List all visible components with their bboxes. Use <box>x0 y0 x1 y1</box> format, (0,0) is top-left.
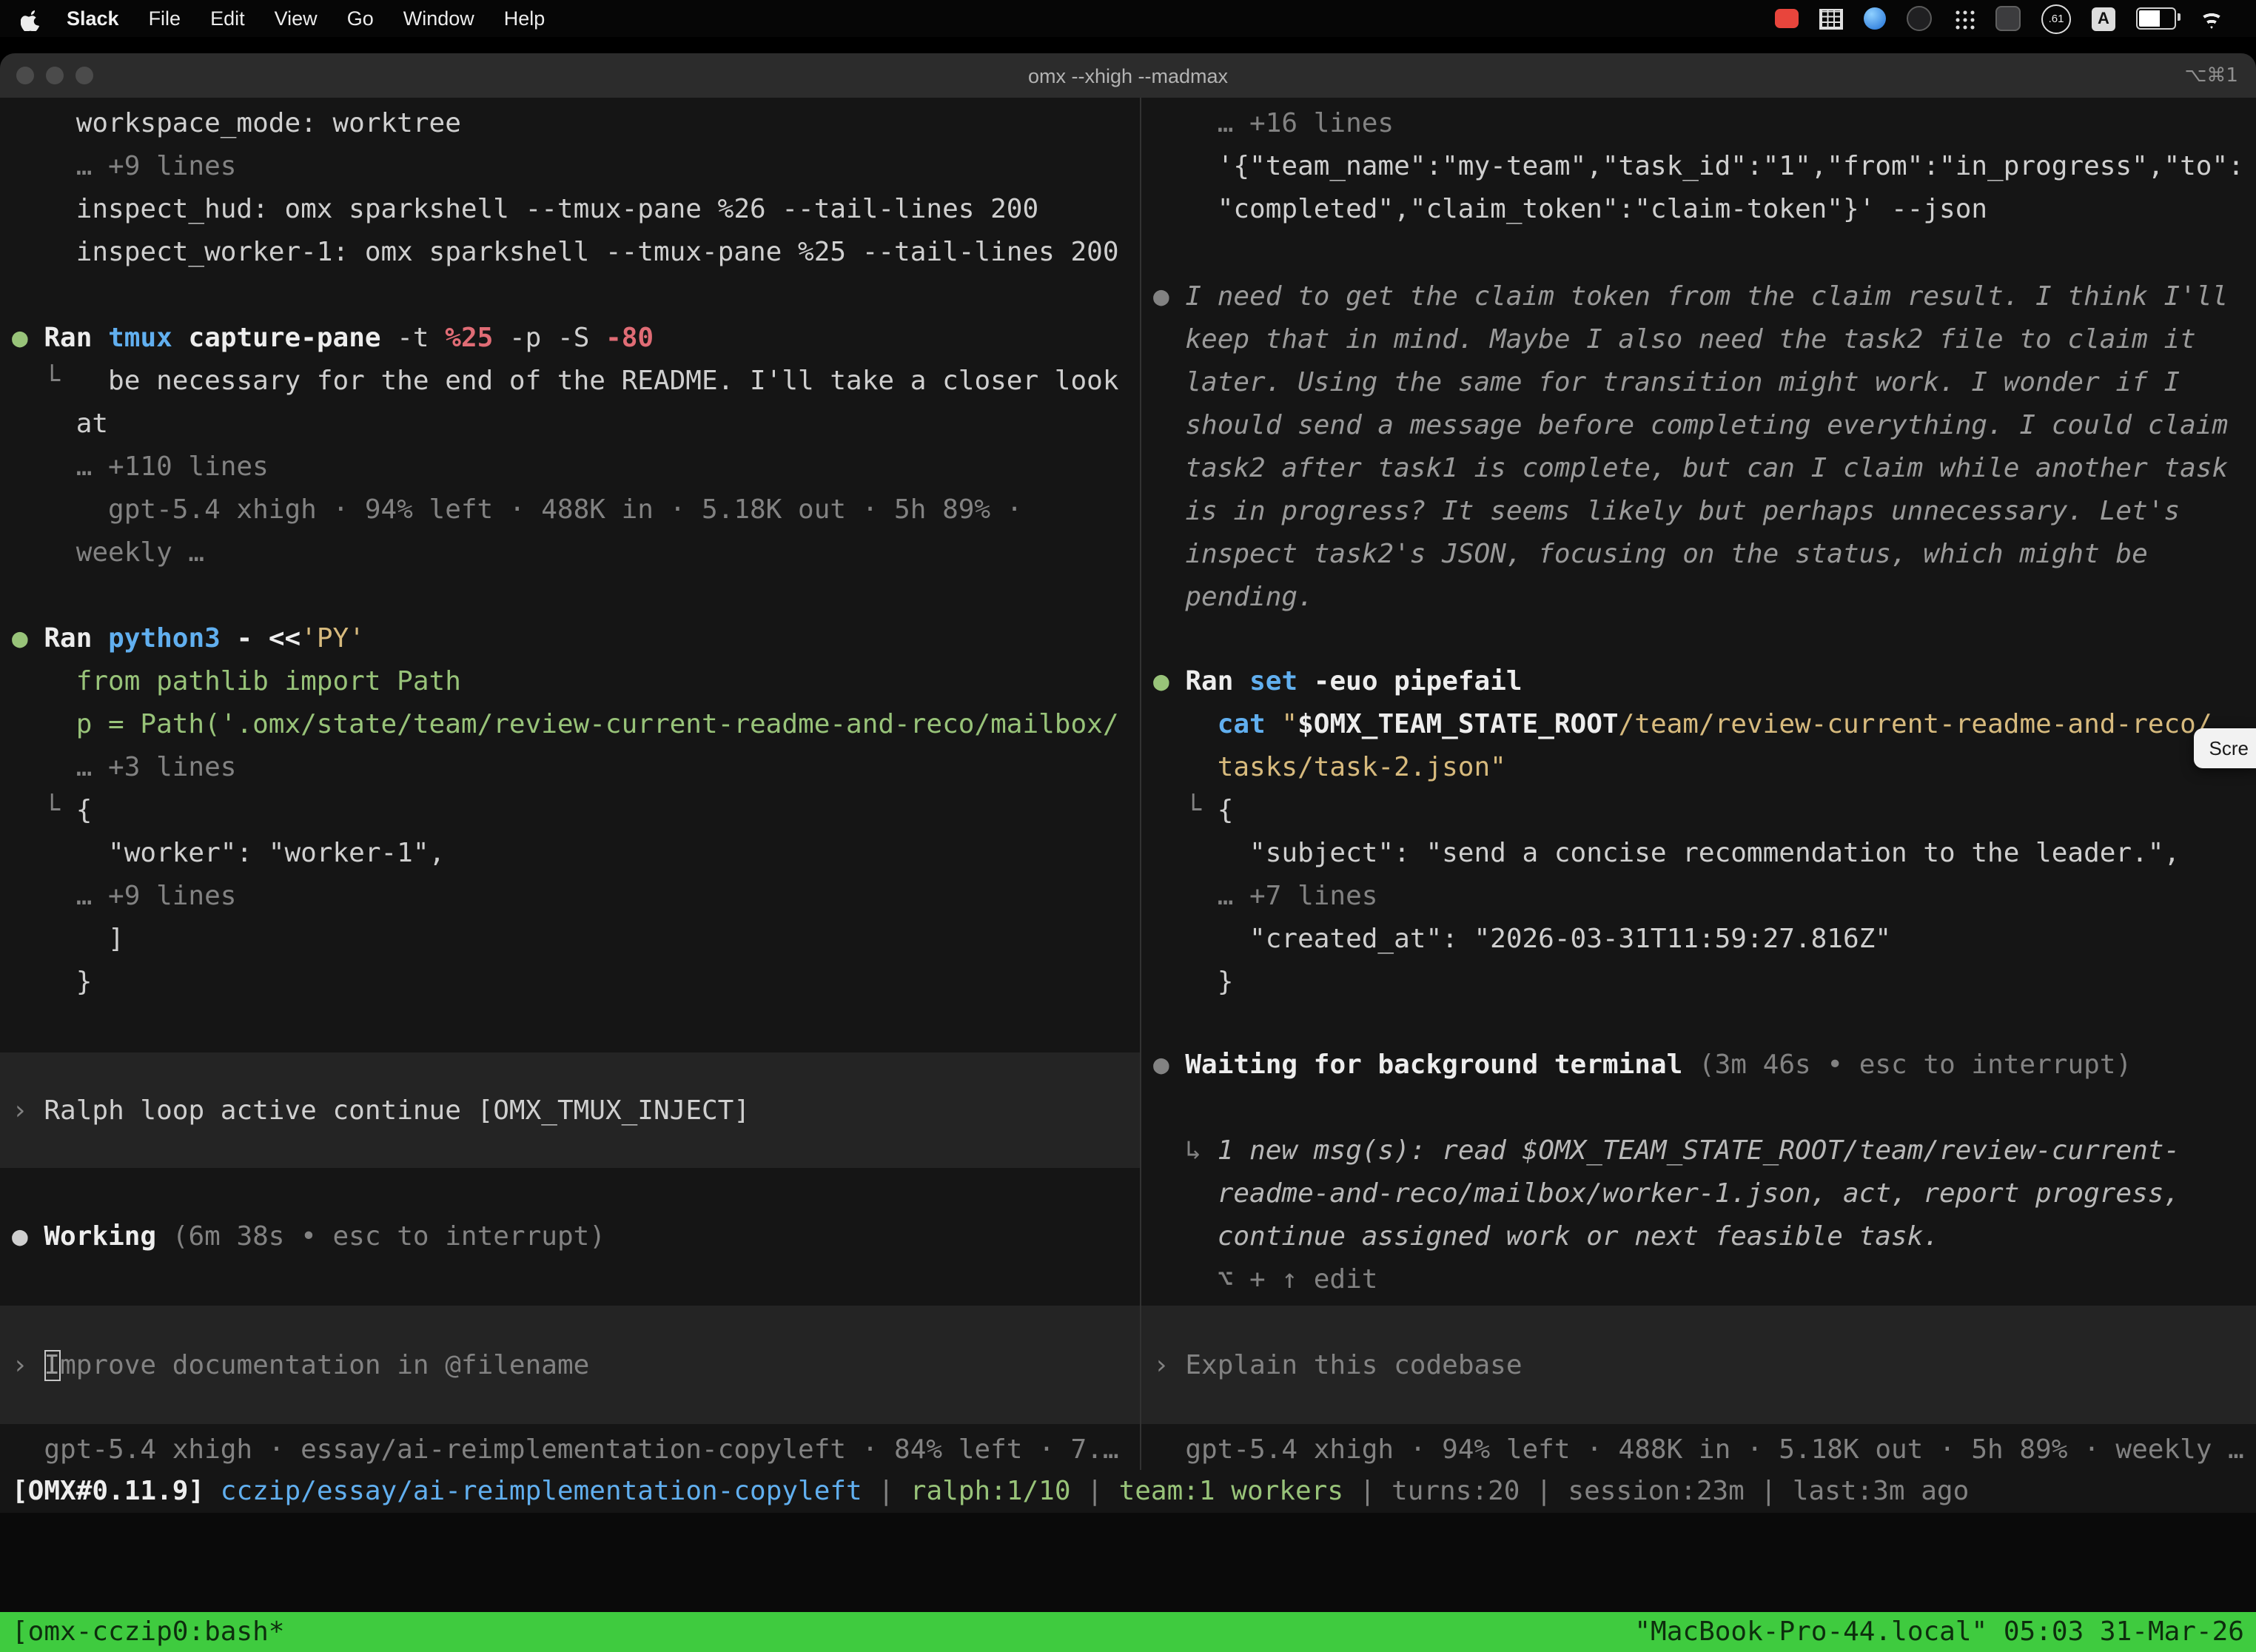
terminal-line: readme-and-reco/mailbox/worker-1.json, a… <box>1141 1172 2256 1215</box>
terminal-line: ] <box>0 918 1140 961</box>
window-titlebar[interactable]: omx --xhigh --madmax ⌥⌘1 <box>0 53 2256 98</box>
dots-grid-app-icon[interactable] <box>1953 7 1975 30</box>
terminal-line: ● Ran set -euo pipefail <box>1141 660 2256 703</box>
spacer <box>1141 231 2256 275</box>
terminal-line: inspect_hud: omx sparkshell --tmux-pane … <box>0 188 1140 231</box>
spacer <box>0 574 1140 617</box>
window-title: omx --xhigh --madmax <box>0 64 2256 87</box>
terminal-line: weekly … <box>0 531 1140 574</box>
terminal-line: ● Working (6m 38s • esc to interrupt) <box>0 1215 1140 1258</box>
terminal-line: … +16 lines <box>1141 102 2256 145</box>
apple-menu-icon[interactable] <box>21 7 40 30</box>
spacer <box>0 1258 1140 1306</box>
terminal-line: } <box>1141 961 2256 1004</box>
terminal-line: from pathlib import Path <box>0 660 1140 703</box>
battery-percent-circle-icon[interactable]: .61 <box>2041 4 2071 33</box>
spacer <box>0 1004 1140 1052</box>
spacer <box>0 1168 1140 1215</box>
terminal-line: '{"team_name":"my-team","task_id":"1","f… <box>1141 145 2256 188</box>
blue-app-icon[interactable] <box>1864 7 1886 30</box>
terminal-line: └ { <box>1141 789 2256 832</box>
terminal-line: … +110 lines <box>0 446 1140 488</box>
screen: Slack File Edit View Go Window Help .61 A omx … <box>0 0 2256 1652</box>
zoom-button[interactable] <box>75 67 93 84</box>
grid-app-icon[interactable] <box>1819 8 1843 29</box>
spacer <box>0 274 1140 317</box>
terminal-line: } <box>0 961 1140 1004</box>
terminal-line: at <box>0 403 1140 446</box>
terminal-line: └ be necessary for the end of the README… <box>0 360 1140 403</box>
terminal-line: gpt-5.4 xhigh · essay/ai-reimplementatio… <box>0 1428 1140 1470</box>
terminal-line: ● Ran tmux capture-pane -t %25 -p -S -80 <box>0 317 1140 360</box>
terminal-line: └ { <box>0 789 1140 832</box>
macos-menubar: Slack File Edit View Go Window Help .61 A <box>0 0 2256 37</box>
terminal-window: omx --xhigh --madmax ⌥⌘1 workspace_mode:… <box>0 53 2256 1652</box>
terminal-line: cat "$OMX_TEAM_STATE_ROOT/team/review-cu… <box>1141 703 2256 746</box>
terminal-line: gpt-5.4 xhigh · 94% left · 488K in · 5.1… <box>1141 1428 2256 1470</box>
terminal-input-box[interactable]: › Explain this codebase <box>1141 1306 2256 1424</box>
terminal-line: gpt-5.4 xhigh · 94% left · 488K in · 5.1… <box>0 488 1140 531</box>
wifi-icon[interactable] <box>2197 8 2226 29</box>
menu-view[interactable]: View <box>275 7 318 30</box>
terminal-line: … +3 lines <box>0 746 1140 789</box>
spacer <box>1141 619 2256 660</box>
terminal-line: … +7 lines <box>1141 875 2256 918</box>
terminal-pane-right[interactable]: … +16 lines '{"team_name":"my-team","tas… <box>1141 98 2256 1470</box>
terminal-empty-area <box>0 1513 2256 1612</box>
terminal-line: "subject": "send a concise recommendatio… <box>1141 832 2256 875</box>
terminal-line: should send a message before completing … <box>1141 404 2256 447</box>
terminal-line: ⌥ + ↑ edit <box>1141 1258 2256 1301</box>
screenshot-preview-pill[interactable]: Scre <box>2195 728 2256 768</box>
terminal-line: p = Path('.omx/state/team/review-current… <box>0 703 1140 746</box>
terminal-line: ● I need to get the claim token from the… <box>1141 275 2256 318</box>
terminal-line: inspect task2's JSON, focusing on the st… <box>1141 533 2256 576</box>
terminal-line: inspect_worker-1: omx sparkshell --tmux-… <box>0 231 1140 274</box>
tmux-status-bar: [omx-cczip0:bash* "MacBook-Pro-44.local"… <box>0 1612 2256 1652</box>
terminal-line: workspace_mode: worktree <box>0 102 1140 145</box>
terminal-line: "worker": "worker-1", <box>0 832 1140 875</box>
input-source-icon[interactable]: A <box>2092 7 2115 30</box>
tmux-session-label[interactable]: [omx-cczip0:bash* <box>12 1616 284 1648</box>
terminal-line: is in progress? It seems likely but perh… <box>1141 490 2256 533</box>
menubar-status-icons: .61 A <box>1775 4 2235 33</box>
terminal-line: … +9 lines <box>0 875 1140 918</box>
terminal-line: ● Waiting for background terminal (3m 46… <box>1141 1044 2256 1087</box>
tmux-panes: workspace_mode: worktree … +9 lines insp… <box>0 98 2256 1470</box>
terminal-line: ↳ 1 new msg(s): read $OMX_TEAM_STATE_ROO… <box>1141 1129 2256 1172</box>
minimize-button[interactable] <box>46 67 64 84</box>
terminal-pane-left[interactable]: workspace_mode: worktree … +9 lines insp… <box>0 98 1140 1470</box>
battery-icon[interactable] <box>2136 7 2176 30</box>
terminal-line: continue assigned work or next feasible … <box>1141 1215 2256 1258</box>
terminal-line: ● Ran python3 - <<'PY' <box>0 617 1140 660</box>
terminal-line: pending. <box>1141 576 2256 619</box>
omx-status-line: [OMX#0.11.9] cczip/essay/ai-reimplementa… <box>0 1470 2256 1513</box>
menu-window[interactable]: Window <box>403 7 474 30</box>
menubar-menus: File Edit View Go Window Help <box>149 7 545 30</box>
terminal-line: later. Using the same for transition mig… <box>1141 361 2256 404</box>
active-app-name[interactable]: Slack <box>67 7 119 30</box>
terminal-input-box[interactable]: › Ralph loop active continue [OMX_TMUX_I… <box>0 1052 1140 1168</box>
terminal-line: … +9 lines <box>0 145 1140 188</box>
menu-edit[interactable]: Edit <box>210 7 245 30</box>
menu-go[interactable]: Go <box>347 7 374 30</box>
terminal-line: keep that in mind. Maybe I also need the… <box>1141 318 2256 361</box>
dark-app-icon[interactable] <box>1907 6 1932 31</box>
traffic-lights <box>0 67 93 84</box>
screen-recording-indicator-icon[interactable] <box>1775 9 1799 28</box>
close-button[interactable] <box>16 67 34 84</box>
terminal-line: "completed","claim_token":"claim-token"}… <box>1141 188 2256 231</box>
menu-file[interactable]: File <box>149 7 181 30</box>
tmux-host-clock: "MacBook-Pro-44.local" 05:03 31-Mar-26 <box>1634 1616 2244 1648</box>
menu-help[interactable]: Help <box>504 7 545 30</box>
spacer <box>1141 1087 2256 1129</box>
terminal-line: tasks/task-2.json" <box>1141 746 2256 789</box>
menu-extra-app-icon[interactable] <box>1995 6 2021 31</box>
window-shortcut-hint: ⌥⌘1 <box>2184 64 2256 87</box>
spacer <box>1141 1004 2256 1044</box>
terminal-input-box[interactable]: › Improve documentation in @filename <box>0 1306 1140 1424</box>
terminal-line: task2 after task1 is complete, but can I… <box>1141 447 2256 490</box>
terminal-line: "created_at": "2026-03-31T11:59:27.816Z" <box>1141 918 2256 961</box>
